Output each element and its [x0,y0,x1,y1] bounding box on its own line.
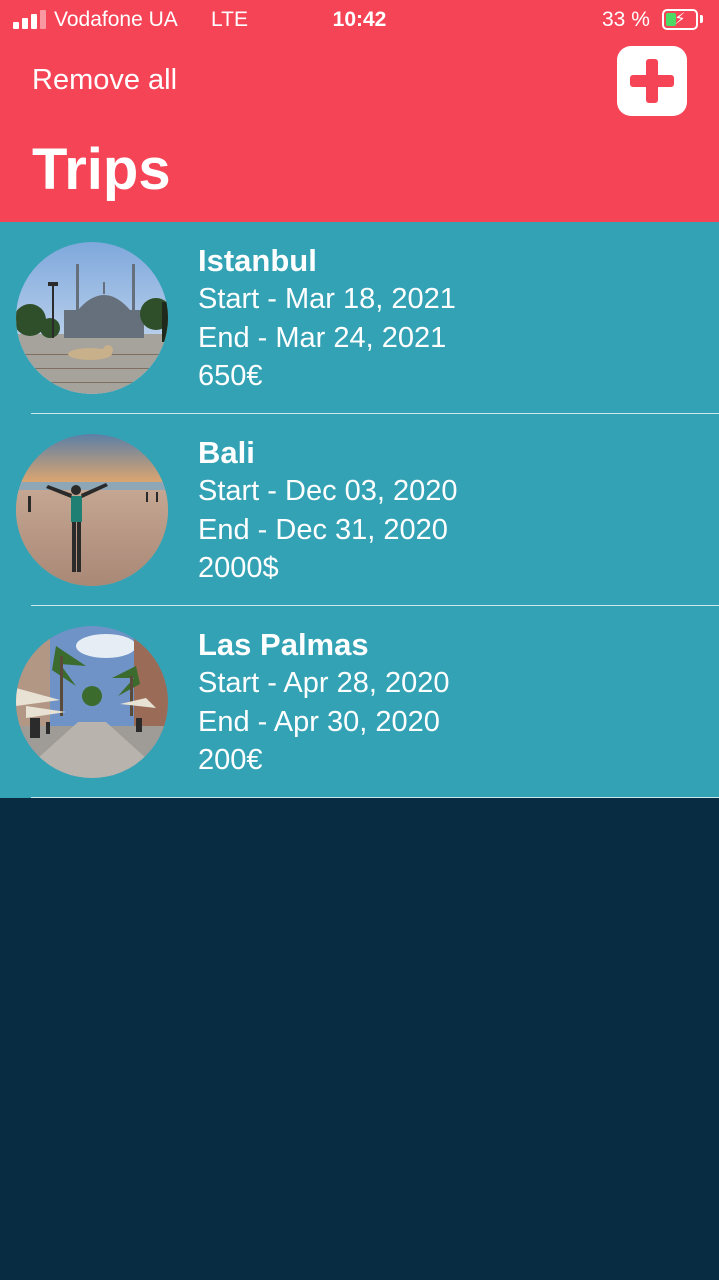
header: Vodafone UA LTE 10:42 33 % ⚡ Remove all … [0,0,719,222]
trip-details: Las Palmas Start - Apr 28, 2020 End - Ap… [198,626,449,780]
battery-charging-icon: ⚡ [662,9,698,30]
trip-start-date: Start - Mar 18, 2021 [198,283,456,315]
trip-list: Istanbul Start - Mar 18, 2021 End - Mar … [0,222,719,798]
charging-bolt-icon: ⚡ [674,11,686,28]
battery-cap [700,15,703,23]
trip-price: 650€ [198,360,263,392]
trip-details: Istanbul Start - Mar 18, 2021 End - Mar … [198,242,456,396]
add-trip-button[interactable] [617,46,687,116]
battery-percent: 33 % [602,8,650,31]
trip-name: Bali [198,435,255,470]
trip-row-las-palmas[interactable]: Las Palmas Start - Apr 28, 2020 End - Ap… [0,606,719,798]
trip-price: 200€ [198,744,263,776]
trip-details: Bali Start - Dec 03, 2020 End - Dec 31, … [198,434,458,588]
istanbul-mosque-photo [16,242,168,394]
remove-all-button[interactable]: Remove all [32,64,177,97]
trip-start-date: Start - Apr 28, 2020 [198,667,450,699]
las-palmas-street-photo [16,626,168,778]
page-title: Trips [32,137,171,202]
status-bar: Vodafone UA LTE 10:42 33 % ⚡ [0,0,719,40]
trip-row-bali[interactable]: Bali Start - Dec 03, 2020 End - Dec 31, … [0,414,719,606]
trip-end-date: End - Dec 31, 2020 [198,513,448,546]
trip-end-date: End - Mar 24, 2021 [198,321,447,354]
trip-row-istanbul[interactable]: Istanbul Start - Mar 18, 2021 End - Mar … [0,222,719,414]
trip-price: 2000$ [198,552,279,584]
trip-start-date: Start - Dec 03, 2020 [198,475,458,507]
trip-name: Las Palmas [198,627,369,662]
trip-name: Istanbul [198,243,317,278]
trip-end-date: End - Apr 30, 2020 [198,705,440,738]
bali-beach-photo [16,434,168,586]
